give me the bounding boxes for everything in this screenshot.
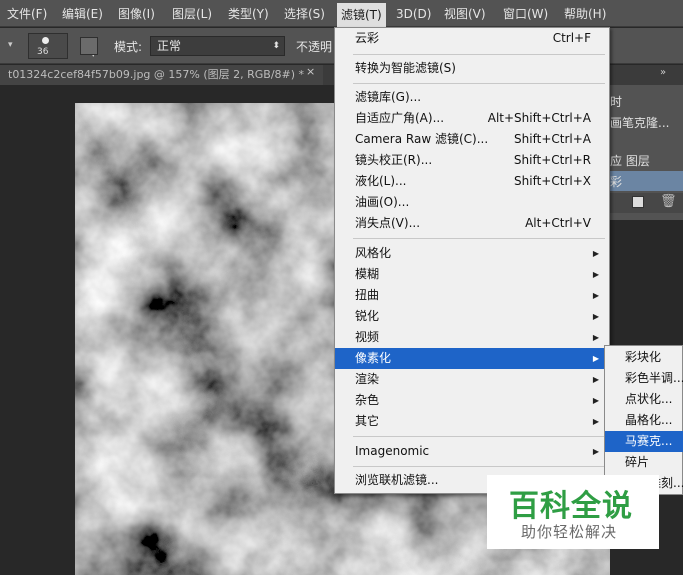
trash-icon[interactable]: 🗑 (660, 194, 677, 209)
menu-layer[interactable]: 图层(L) (172, 5, 212, 23)
new-layer-icon[interactable] (632, 196, 644, 208)
panel-item[interactable]: 画笔克隆... (610, 114, 669, 131)
document-tab-title: t01324c2cef84f57b09.jpg @ 157% (图层 2, RG… (8, 68, 305, 81)
submenu-arrow-icon: ▶ (592, 312, 599, 321)
submenu-item-color-halftone-block[interactable]: 彩块化 (605, 347, 683, 368)
right-panel: 时 画笔克隆... 应 图层 彩 🗑 (604, 85, 683, 220)
menu-view[interactable]: 视图(V) (444, 5, 486, 23)
submenu-arrow-icon: ▶ (592, 333, 599, 342)
submenu-arrow-icon: ▶ (592, 417, 599, 426)
submenu-arrow-icon: ▶ (592, 396, 599, 405)
mode-label: 模式: (114, 40, 143, 54)
menu-item-oil-paint[interactable]: 油画(O)... (335, 192, 609, 213)
menu-help[interactable]: 帮助(H) (564, 5, 606, 23)
selected-layer-row[interactable]: 彩 (604, 171, 683, 191)
submenu-item-pointillize[interactable]: 点状化... (605, 389, 683, 410)
menu-item-lens-correction[interactable]: 镜头校正(R)... Shift+Ctrl+R (335, 150, 609, 171)
submenu-item-crystallize[interactable]: 晶格化... (605, 410, 683, 431)
collapse-panels-icon[interactable]: » (660, 67, 666, 78)
filter-menu: 云彩 Ctrl+F 转换为智能滤镜(S) 滤镜库(G)... 自适应广角(A).… (334, 27, 610, 494)
submenu-arrow-icon: ▶ (592, 375, 599, 384)
document-tab[interactable]: t01324c2cef84f57b09.jpg @ 157% (图层 2, RG… (0, 65, 323, 85)
brush-preset-picker[interactable]: 36 ▾ (28, 33, 96, 60)
menu-item-blur[interactable]: 模糊 ▶ (335, 264, 609, 285)
tool-preset-arrow-icon[interactable]: ▾ (8, 40, 13, 50)
menu-item-render[interactable]: 渲染 ▶ (335, 369, 609, 390)
menu-item-vanishing-point[interactable]: 消失点(V)... Alt+Ctrl+V (335, 213, 609, 234)
brush-size: 36 (37, 47, 49, 57)
menu-item-imagenomic[interactable]: Imagenomic ▶ (335, 441, 609, 462)
menu-item-other[interactable]: 其它 ▶ (335, 411, 609, 432)
menu-item-sharpen[interactable]: 锐化 ▶ (335, 306, 609, 327)
menu-edit[interactable]: 编辑(E) (62, 5, 103, 23)
menu-item-pixelate[interactable]: 像素化 ▶ (335, 348, 609, 369)
menu-separator (353, 238, 605, 239)
opacity-label: 不透明 (296, 40, 333, 54)
submenu-arrow-icon: ▶ (592, 249, 599, 258)
menu-item-camera-raw[interactable]: Camera Raw 滤镜(C)... Shift+Ctrl+A (335, 129, 609, 150)
mode-select[interactable]: 正常 ⬍ (150, 36, 285, 56)
panel-item[interactable]: 应 图层 (610, 152, 650, 169)
menu-item-filter-gallery[interactable]: 滤镜库(G)... (335, 87, 609, 108)
menu-window[interactable]: 窗口(W) (503, 5, 548, 23)
brush-panel-toggle-icon[interactable] (80, 37, 98, 55)
menu-item-stylize[interactable]: 风格化 ▶ (335, 243, 609, 264)
submenu-arrow-icon: ▶ (592, 291, 599, 300)
menu-item-video[interactable]: 视频 ▶ (335, 327, 609, 348)
menu-item-clouds[interactable]: 云彩 Ctrl+F (335, 28, 609, 49)
menu-separator (353, 466, 605, 467)
submenu-item-color-halftone[interactable]: 彩色半调... (605, 368, 683, 389)
submenu-arrow-icon: ▶ (592, 447, 599, 456)
menu-select[interactable]: 选择(S) (284, 5, 325, 23)
close-tab-icon[interactable]: × (306, 65, 315, 78)
panel-item[interactable]: 时 (610, 93, 622, 110)
watermark-logo: 百科全说 助你轻松解决 (487, 475, 659, 549)
menu-file[interactable]: 文件(F) (7, 5, 47, 23)
brush-tip-icon (42, 37, 49, 44)
menu-3d[interactable]: 3D(D) (396, 5, 431, 23)
menu-item-adaptive-wide-angle[interactable]: 自适应广角(A)... Alt+Shift+Ctrl+A (335, 108, 609, 129)
watermark-title: 百科全说 (509, 489, 633, 524)
submenu-arrow-icon: ▶ (592, 354, 599, 363)
menu-type[interactable]: 类型(Y) (228, 5, 269, 23)
panel-item: 彩 (610, 175, 623, 189)
menu-bar: 文件(F) 编辑(E) 图像(I) 图层(L) 类型(Y) 选择(S) 滤镜(T… (0, 0, 683, 27)
mode-value: 正常 (157, 39, 182, 53)
menu-separator (353, 54, 605, 55)
menu-image[interactable]: 图像(I) (118, 5, 155, 23)
menu-filter[interactable]: 滤镜(T) (337, 3, 386, 27)
watermark-subtitle: 助你轻松解决 (521, 523, 618, 541)
menu-item-liquify[interactable]: 液化(L)... Shift+Ctrl+X (335, 171, 609, 192)
photoshop-window: 文件(F) 编辑(E) 图像(I) 图层(L) 类型(Y) 选择(S) 滤镜(T… (0, 0, 683, 575)
menu-item-noise[interactable]: 杂色 ▶ (335, 390, 609, 411)
menu-separator (353, 83, 605, 84)
submenu-item-fragment[interactable]: 碎片 (605, 452, 683, 473)
menu-item-distort[interactable]: 扭曲 ▶ (335, 285, 609, 306)
pixelate-submenu: 彩块化 彩色半调... 点状化... 晶格化... 马赛克... 碎片 铜版雕刻… (604, 345, 683, 495)
updown-arrow-icon: ⬍ (272, 41, 280, 51)
submenu-arrow-icon: ▶ (592, 270, 599, 279)
layer-actions: 🗑 (604, 193, 683, 213)
submenu-item-mosaic[interactable]: 马赛克... (605, 431, 683, 452)
menu-separator (353, 436, 605, 437)
menu-item-convert-smart-filter[interactable]: 转换为智能滤镜(S) (335, 58, 609, 79)
